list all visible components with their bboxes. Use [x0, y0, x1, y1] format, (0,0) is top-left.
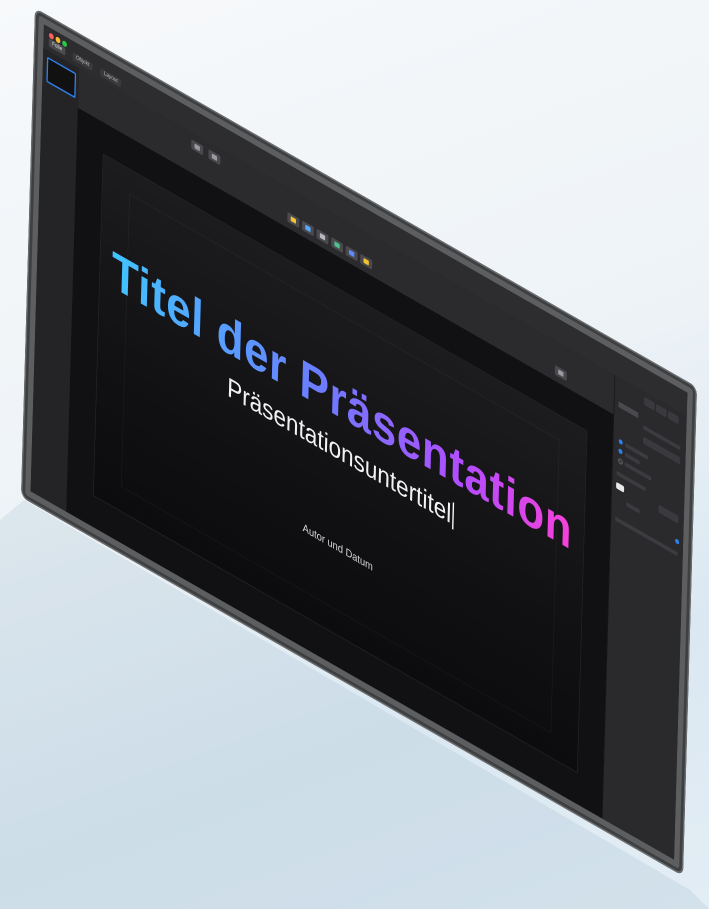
shape-icon — [334, 241, 340, 249]
monitor: Folie Objekt Layout Titel der Präsentati… — [20, 8, 698, 876]
table-button[interactable] — [287, 211, 300, 229]
body-checkbox[interactable] — [618, 447, 623, 455]
layout-dropdown[interactable] — [642, 436, 681, 465]
text-button[interactable] — [316, 228, 329, 245]
view-button[interactable] — [208, 149, 221, 166]
title-checkbox[interactable] — [618, 438, 623, 446]
comment-button[interactable] — [360, 253, 373, 270]
comment-icon — [363, 257, 369, 266]
inspector-row — [615, 516, 678, 557]
slider-knob[interactable] — [675, 538, 680, 546]
inspector-panel — [601, 375, 687, 860]
collaborate-icon — [558, 369, 564, 378]
document-button[interactable] — [667, 410, 679, 425]
table-icon — [290, 216, 297, 224]
inspector-tab-active[interactable] — [618, 401, 639, 419]
chart-button[interactable] — [301, 220, 315, 237]
chart-icon — [305, 224, 311, 233]
animate-button[interactable] — [655, 403, 667, 418]
collaborate-button[interactable] — [554, 365, 567, 382]
format-button[interactable] — [644, 396, 655, 411]
play-icon — [194, 143, 200, 152]
fill-dropdown[interactable] — [658, 504, 679, 524]
app-window: Folie Objekt Layout Titel der Präsentati… — [30, 24, 688, 860]
play-button[interactable] — [191, 139, 204, 156]
color-well[interactable] — [616, 481, 625, 493]
inspector-row — [626, 502, 640, 514]
text-cursor — [452, 502, 455, 530]
view-icon — [211, 153, 218, 162]
number-checkbox[interactable] — [618, 457, 623, 466]
media-button[interactable] — [345, 245, 358, 262]
shape-button[interactable] — [330, 236, 344, 254]
text-icon — [319, 232, 326, 241]
media-icon — [348, 249, 355, 258]
